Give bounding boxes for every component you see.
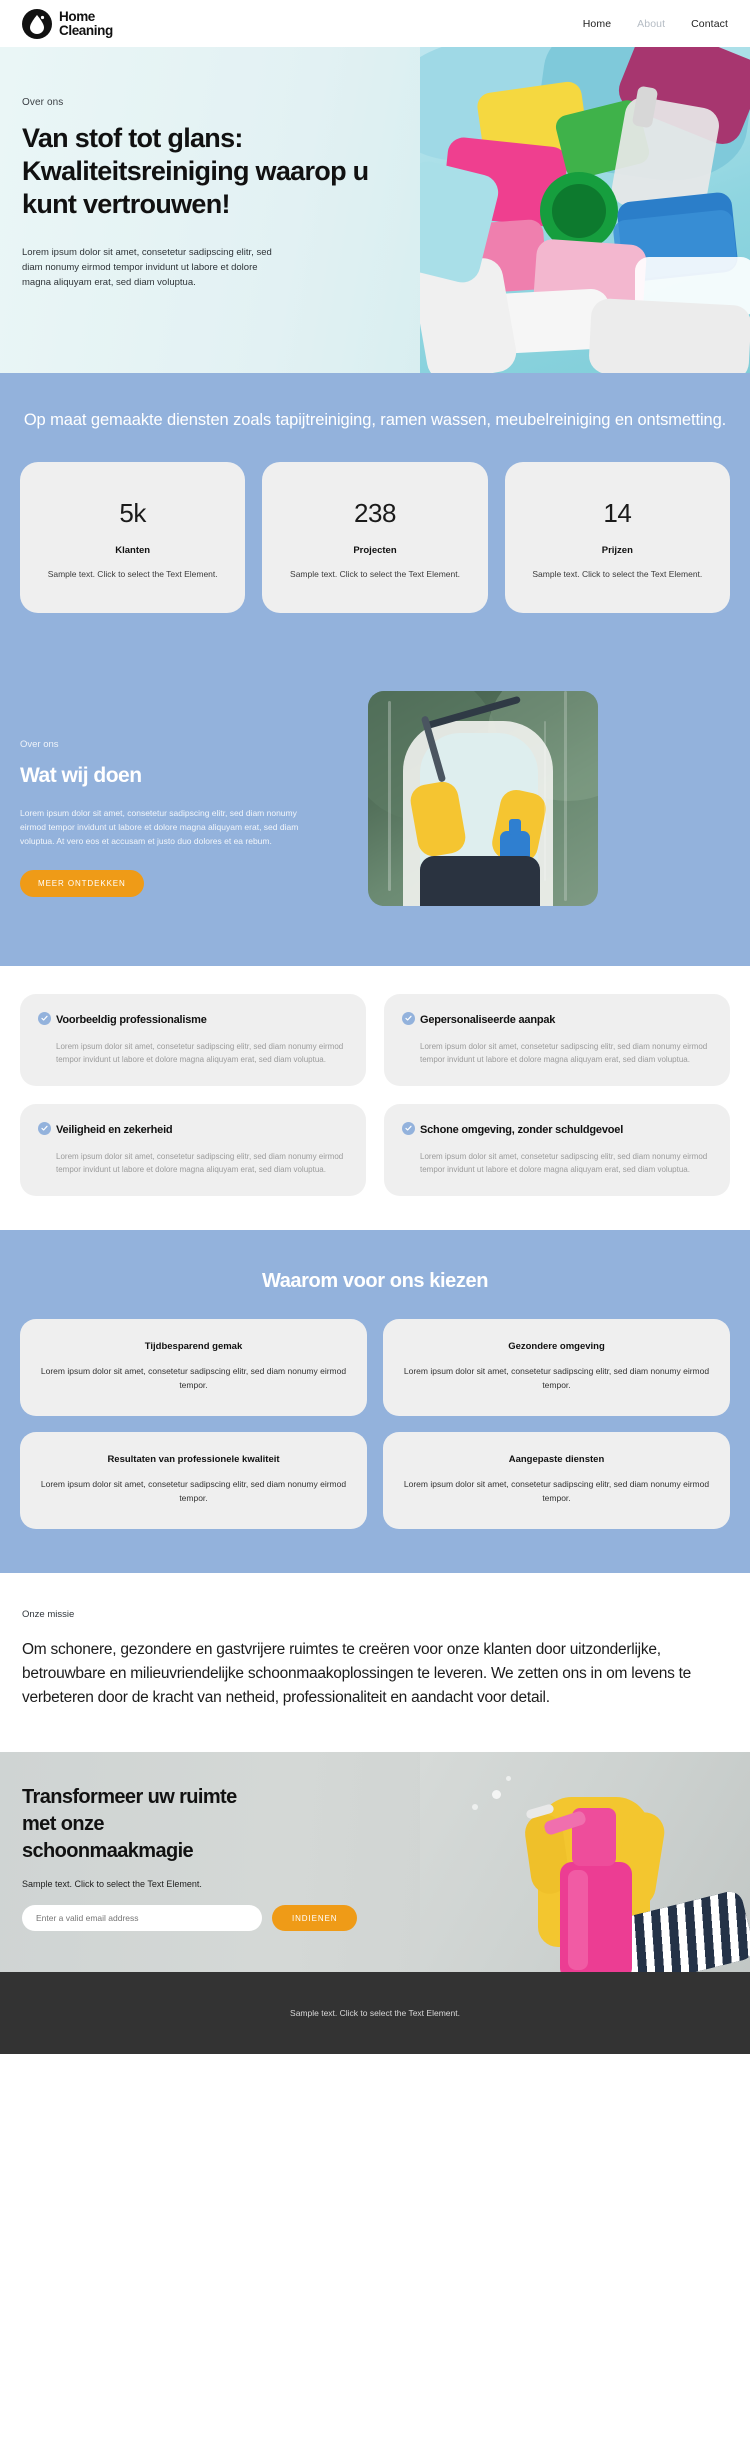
newsletter-form: INDIENEN (22, 1905, 420, 1931)
stat-description: Sample text. Click to select the Text El… (47, 569, 218, 579)
why-us-card-body: Lorem ipsum dolor sit amet, consetetur s… (40, 1366, 347, 1390)
why-us-card-resultaten[interactable]: Resultaten van professionele kwaliteit L… (20, 1432, 367, 1529)
why-us-card-aangepaste-diensten[interactable]: Aangepaste diensten Lorem ipsum dolor si… (383, 1432, 730, 1529)
feature-card-veiligheid[interactable]: Veiligheid en zekerheid Lorem ipsum dolo… (20, 1104, 366, 1196)
why-us-card-tijdbesparend[interactable]: Tijdbesparend gemak Lorem ipsum dolor si… (20, 1319, 367, 1416)
stat-number: 14 (603, 498, 632, 528)
window-cleaning-image (368, 691, 598, 906)
stat-card-klanten[interactable]: 5k Klanten Sample text. Click to select … (20, 462, 246, 613)
discover-more-button[interactable]: MEER ONTDEKKEN (20, 870, 144, 897)
what-we-do-paragraph: Lorem ipsum dolor sit amet, consetetur s… (20, 808, 299, 846)
hero-image (420, 47, 750, 373)
site-footer: Sample text. Click to select the Text El… (0, 1972, 750, 2054)
feature-card-gepersonaliseerde-aanpak[interactable]: Gepersonaliseerde aanpak Lorem ipsum dol… (384, 994, 730, 1086)
mission-section: Onze missie Om schonere, gezondere en ga… (0, 1573, 750, 1752)
spray-bottle-image (420, 1752, 750, 1972)
why-us-card-body: Lorem ipsum dolor sit amet, consetetur s… (403, 1366, 710, 1390)
stat-label: Projecten (353, 545, 397, 556)
feature-body: Lorem ipsum dolor sit amet, consetetur s… (56, 1152, 344, 1174)
mission-text: Om schonere, gezondere en gastvrijere ru… (22, 1641, 692, 1706)
stat-description: Sample text. Click to select the Text El… (290, 569, 460, 579)
stats-row: 5k Klanten Sample text. Click to select … (20, 462, 730, 613)
feature-card-professionalisme[interactable]: Voorbeeldig professionalisme Lorem ipsum… (20, 994, 366, 1086)
email-input[interactable] (22, 1905, 262, 1931)
check-circle-icon (38, 1122, 51, 1135)
feature-title: Schone omgeving, zonder schuldgevoel (420, 1124, 624, 1136)
hero-content: Over ons Van stof tot glans: Kwaliteitsr… (0, 47, 400, 290)
brand-name-line1: Home (59, 8, 95, 24)
why-us-section: Waarom voor ons kiezen Tijdbesparend gem… (0, 1230, 750, 1573)
stats-heading: Op maat gemaakte diensten zoals tapijtre… (23, 411, 727, 429)
feature-body: Lorem ipsum dolor sit amet, consetetur s… (420, 1152, 708, 1174)
brand-logo[interactable]: Home Cleaning (22, 8, 113, 39)
check-circle-icon (402, 1012, 415, 1025)
why-us-grid: Tijdbesparend gemak Lorem ipsum dolor si… (20, 1319, 730, 1529)
what-we-do-eyebrow: Over ons (20, 739, 59, 750)
feature-body: Lorem ipsum dolor sit amet, consetetur s… (56, 1042, 344, 1064)
check-circle-icon (38, 1012, 51, 1025)
feature-title-row: Veiligheid en zekerheid (38, 1122, 348, 1138)
why-us-row: Resultaten van professionele kwaliteit L… (20, 1432, 730, 1529)
stat-number: 5k (119, 498, 146, 528)
why-us-card-title: Resultaten van professionele kwaliteit (107, 1454, 280, 1465)
stat-label: Klanten (115, 545, 151, 556)
stats-section: Op maat gemaakte diensten zoals tapijtre… (0, 373, 750, 651)
hero-title: Van stof tot glans: Kwaliteitsreiniging … (22, 123, 369, 219)
feature-title-row: Voorbeeldig professionalisme (38, 1012, 348, 1028)
stat-label: Prijzen (601, 545, 633, 556)
nav-item-about[interactable]: About (637, 18, 665, 30)
main-nav: Home About Contact (583, 18, 728, 30)
why-us-card-body: Lorem ipsum dolor sit amet, consetetur s… (40, 1479, 347, 1503)
why-us-card-title: Tijdbesparend gemak (144, 1341, 243, 1352)
what-we-do-section: Over ons Wat wij doen Lorem ipsum dolor … (0, 651, 750, 966)
brand-name: Home Cleaning (59, 8, 113, 38)
brand-name-line2: Cleaning (59, 22, 113, 38)
why-us-heading: Waarom voor ons kiezen (261, 1270, 489, 1292)
features-column-right: Gepersonaliseerde aanpak Lorem ipsum dol… (384, 994, 730, 1196)
feature-title: Veiligheid en zekerheid (56, 1124, 173, 1136)
nav-item-home[interactable]: Home (583, 18, 611, 30)
feature-title: Voorbeeldig professionalisme (56, 1014, 207, 1026)
feature-title-row: Gepersonaliseerde aanpak (402, 1012, 712, 1028)
hero-eyebrow: Over ons (22, 97, 64, 108)
submit-button[interactable]: INDIENEN (272, 1905, 358, 1931)
stat-card-prijzen[interactable]: 14 Prijzen Sample text. Click to select … (504, 462, 730, 613)
stat-number: 238 (354, 498, 396, 528)
stat-description: Sample text. Click to select the Text El… (532, 569, 703, 579)
why-us-card-title: Aangepaste diensten (508, 1454, 605, 1465)
feature-card-schone-omgeving[interactable]: Schone omgeving, zonder schuldgevoel Lor… (384, 1104, 730, 1196)
cta-subtitle: Sample text. Click to select the Text El… (22, 1879, 202, 1889)
features-section: Voorbeeldig professionalisme Lorem ipsum… (0, 966, 750, 1230)
feature-title: Gepersonaliseerde aanpak (420, 1014, 556, 1026)
footer-text: Sample text. Click to select the Text El… (290, 2008, 460, 2018)
features-column-left: Voorbeeldig professionalisme Lorem ipsum… (20, 994, 366, 1196)
water-drop-icon (22, 8, 52, 39)
what-we-do-content: Over ons Wat wij doen Lorem ipsum dolor … (20, 691, 350, 906)
stat-card-projecten[interactable]: 238 Projecten Sample text. Click to sele… (262, 462, 488, 613)
check-circle-icon (402, 1122, 415, 1135)
site-header: Home Cleaning Home About Contact (0, 0, 750, 47)
what-we-do-title: Wat wij doen (20, 764, 142, 787)
cta-content: Transformeer uw ruimte met onze schoonma… (0, 1752, 420, 1931)
feature-title-row: Schone omgeving, zonder schuldgevoel (402, 1122, 712, 1138)
landing-page: Home Cleaning Home About Contact Over on… (0, 0, 750, 2054)
cta-section: Transformeer uw ruimte met onze schoonma… (0, 1752, 750, 1972)
feature-body: Lorem ipsum dolor sit amet, consetetur s… (420, 1042, 708, 1064)
hero-paragraph: Lorem ipsum dolor sit amet, consetetur s… (22, 247, 272, 288)
why-us-card-body: Lorem ipsum dolor sit amet, consetetur s… (403, 1479, 710, 1503)
why-us-row: Tijdbesparend gemak Lorem ipsum dolor si… (20, 1319, 730, 1416)
cta-title: Transformeer uw ruimte met onze schoonma… (22, 1786, 237, 1862)
why-us-card-title: Gezondere omgeving (508, 1341, 605, 1352)
why-us-card-gezondere-omgeving[interactable]: Gezondere omgeving Lorem ipsum dolor sit… (383, 1319, 730, 1416)
hero-section: Over ons Van stof tot glans: Kwaliteitsr… (0, 47, 750, 373)
mission-eyebrow: Onze missie (22, 1609, 75, 1620)
nav-item-contact[interactable]: Contact (691, 18, 728, 30)
